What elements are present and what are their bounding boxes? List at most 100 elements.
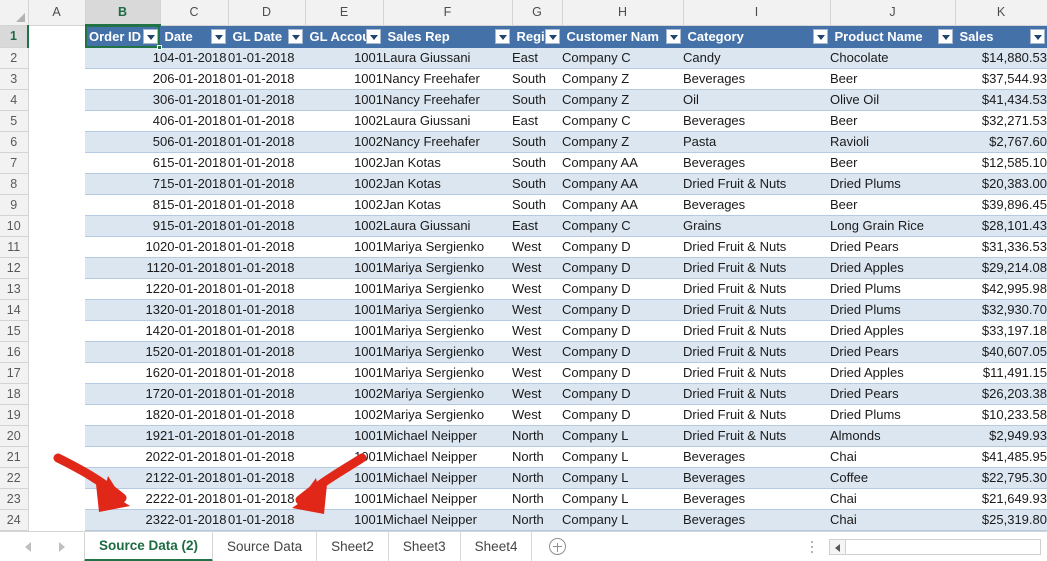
- cell-gl_date[interactable]: 01-01-2018: [228, 404, 305, 426]
- column-header-i[interactable]: I: [682, 0, 831, 26]
- cell-sales_rep[interactable]: Jan Kotas: [383, 152, 512, 174]
- cell-gl_account[interactable]: 1001: [305, 236, 383, 258]
- cell-sales[interactable]: $2,767.60: [955, 131, 1047, 153]
- cell-a7[interactable]: [28, 152, 85, 174]
- cell-sales[interactable]: $25,319.80: [955, 509, 1047, 531]
- cell-gl_account[interactable]: 1002: [305, 383, 383, 405]
- cell-gl_date[interactable]: 01-01-2018: [228, 173, 305, 195]
- cell-category[interactable]: Beverages: [683, 488, 830, 510]
- row-header-24[interactable]: 24: [0, 509, 29, 531]
- cell-sales_rep[interactable]: Mariya Sergienko: [383, 341, 512, 363]
- cell-product[interactable]: Chocolate: [830, 47, 955, 69]
- cell-region[interactable]: North: [512, 425, 562, 447]
- cell-date[interactable]: 15-01-2018: [160, 215, 228, 237]
- cell-a17[interactable]: [28, 362, 85, 384]
- row-header-7[interactable]: 7: [0, 152, 29, 174]
- cell-date[interactable]: 22-01-2018: [160, 467, 228, 489]
- cell-order_id[interactable]: 1: [85, 47, 160, 69]
- cell-category[interactable]: Beverages: [683, 446, 830, 468]
- vertical-dots-handle-icon[interactable]: [805, 537, 819, 557]
- filter-dropdown-icon[interactable]: [937, 28, 953, 44]
- table-row[interactable]: 7 6 15-01-2018 01-01-2018 1002 Jan Kotas South…: [0, 152, 1047, 174]
- cell-category[interactable]: Beverages: [683, 467, 830, 489]
- cell-gl_date[interactable]: 01-01-2018: [228, 341, 305, 363]
- cell-product[interactable]: Long Grain Rice: [830, 215, 955, 237]
- cell-sales_rep[interactable]: Michael Neipper: [383, 488, 512, 510]
- cell-sales[interactable]: $28,101.43: [955, 215, 1047, 237]
- cell-product[interactable]: Beer: [830, 194, 955, 216]
- cell-gl_account[interactable]: 1002: [305, 110, 383, 132]
- cell-gl_account[interactable]: 1001: [305, 446, 383, 468]
- cell-product[interactable]: Ravioli: [830, 131, 955, 153]
- cell-region[interactable]: South: [512, 194, 562, 216]
- cell-product[interactable]: Dried Apples: [830, 257, 955, 279]
- cell-a22[interactable]: [28, 467, 85, 489]
- cell-gl_account[interactable]: 1001: [305, 341, 383, 363]
- cell-gl_date[interactable]: 01-01-2018: [228, 509, 305, 531]
- cell-order_id[interactable]: 5: [85, 131, 160, 153]
- cell-order_id[interactable]: 8: [85, 194, 160, 216]
- cell-sales_rep[interactable]: Mariya Sergienko: [383, 320, 512, 342]
- cell-order_id[interactable]: 18: [85, 404, 160, 426]
- cell-gl_date[interactable]: 01-01-2018: [228, 467, 305, 489]
- cell-gl_account[interactable]: 1001: [305, 278, 383, 300]
- column-header-d[interactable]: D: [227, 0, 306, 26]
- cell-date[interactable]: 20-01-2018: [160, 362, 228, 384]
- cell-category[interactable]: Pasta: [683, 131, 830, 153]
- cell-gl_date[interactable]: 01-01-2018: [228, 47, 305, 69]
- table-row[interactable]: 16 15 20-01-2018 01-01-2018 1001 Mariya Sergi…: [0, 341, 1047, 363]
- cell-date[interactable]: 20-01-2018: [160, 341, 228, 363]
- cell-category[interactable]: Dried Fruit & Nuts: [683, 404, 830, 426]
- cell-sales_rep[interactable]: Michael Neipper: [383, 509, 512, 531]
- cell-a24[interactable]: [28, 509, 85, 531]
- cell-customer[interactable]: Company Z: [562, 89, 683, 111]
- table-row[interactable]: 23 22 22-01-2018 01-01-2018 1001 Michael Neip…: [0, 488, 1047, 510]
- row-header-10[interactable]: 10: [0, 215, 29, 237]
- table-row[interactable]: 10 9 15-01-2018 01-01-2018 1002 Laura Giussan…: [0, 215, 1047, 237]
- cell-a1[interactable]: [28, 25, 85, 48]
- cell-sales_rep[interactable]: Jan Kotas: [383, 194, 512, 216]
- select-all-corner[interactable]: [0, 0, 29, 26]
- table-row[interactable]: 9 8 15-01-2018 01-01-2018 1002 Jan Kotas South…: [0, 194, 1047, 216]
- cell-gl_account[interactable]: 1001: [305, 467, 383, 489]
- cell-order_id[interactable]: 3: [85, 89, 160, 111]
- column-header-k[interactable]: K: [954, 0, 1047, 26]
- cell-region[interactable]: West: [512, 404, 562, 426]
- cell-gl_account[interactable]: 1002: [305, 131, 383, 153]
- cell-a5[interactable]: [28, 110, 85, 132]
- table-row[interactable]: 12 11 20-01-2018 01-01-2018 1001 Mariya Sergi…: [0, 257, 1047, 279]
- table-header-sales[interactable]: Sales: [955, 25, 1047, 48]
- cell-a8[interactable]: [28, 173, 85, 195]
- cell-gl_date[interactable]: 01-01-2018: [228, 110, 305, 132]
- cell-gl_account[interactable]: 1001: [305, 257, 383, 279]
- cell-product[interactable]: Dried Plums: [830, 404, 955, 426]
- cell-date[interactable]: 20-01-2018: [160, 383, 228, 405]
- cell-region[interactable]: North: [512, 488, 562, 510]
- cell-gl_date[interactable]: 01-01-2018: [228, 68, 305, 90]
- table-header-sales-rep[interactable]: Sales Rep: [383, 25, 513, 48]
- cell-date[interactable]: 04-01-2018: [160, 47, 228, 69]
- table-row[interactable]: 11 10 20-01-2018 01-01-2018 1001 Mariya Sergi…: [0, 236, 1047, 258]
- table-row[interactable]: 8 7 15-01-2018 01-01-2018 1002 Jan Kotas South…: [0, 173, 1047, 195]
- cell-product[interactable]: Dried Plums: [830, 173, 955, 195]
- cell-product[interactable]: Chai: [830, 488, 955, 510]
- cell-order_id[interactable]: 11: [85, 257, 160, 279]
- cell-customer[interactable]: Company D: [562, 278, 683, 300]
- cell-region[interactable]: West: [512, 383, 562, 405]
- cell-category[interactable]: Beverages: [683, 68, 830, 90]
- table-row[interactable]: 6 5 06-01-2018 01-01-2018 1002 Nancy Freehafe…: [0, 131, 1047, 153]
- cell-date[interactable]: 15-01-2018: [160, 194, 228, 216]
- cell-date[interactable]: 20-01-2018: [160, 404, 228, 426]
- cell-date[interactable]: 06-01-2018: [160, 68, 228, 90]
- table-header-gl-date[interactable]: GL Date: [228, 25, 306, 48]
- cell-sales_rep[interactable]: Nancy Freehafer: [383, 131, 512, 153]
- cell-gl_account[interactable]: 1001: [305, 509, 383, 531]
- table-header-date[interactable]: Date: [160, 25, 229, 48]
- cell-order_id[interactable]: 14: [85, 320, 160, 342]
- cell-sales_rep[interactable]: Mariya Sergienko: [383, 278, 512, 300]
- cell-sales_rep[interactable]: Mariya Sergienko: [383, 362, 512, 384]
- table-header-order-id[interactable]: Order ID: [85, 25, 161, 48]
- sheet-tab-sheet2[interactable]: Sheet2: [317, 531, 389, 561]
- cell-order_id[interactable]: 20: [85, 446, 160, 468]
- cell-category[interactable]: Beverages: [683, 509, 830, 531]
